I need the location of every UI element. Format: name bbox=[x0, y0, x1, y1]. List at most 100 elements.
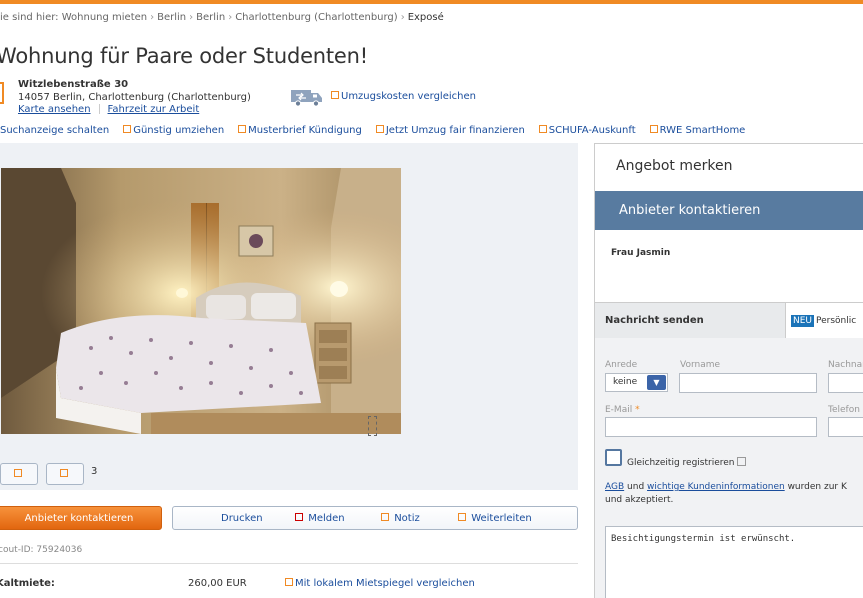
firstname-label: Vorname bbox=[680, 360, 721, 370]
report-button[interactable]: Melden bbox=[295, 513, 345, 524]
rent-label: Kaltmiete: bbox=[0, 578, 55, 589]
new-badge: NEU bbox=[791, 315, 815, 327]
breadcrumb-separator: › bbox=[400, 12, 405, 23]
report-label: Melden bbox=[308, 513, 345, 524]
register-label: Gleichzeitig registrieren bbox=[627, 457, 748, 468]
required-marker: * bbox=[635, 405, 640, 415]
breadcrumb-separator: › bbox=[150, 12, 155, 23]
info-icon[interactable] bbox=[737, 457, 747, 466]
note-button[interactable]: Notiz bbox=[381, 513, 420, 524]
moving-cost-link-label: Umzugskosten vergleichen bbox=[341, 91, 476, 102]
save-offer-button[interactable]: Angebot merken bbox=[616, 158, 732, 174]
breadcrumb-separator: › bbox=[228, 12, 233, 23]
breadcrumb-item[interactable]: Berlin bbox=[196, 12, 225, 23]
forward-icon bbox=[458, 513, 466, 521]
breadcrumb-prefix: ie sind hier: bbox=[0, 12, 59, 23]
service-label: Jetzt Umzug fair finanzieren bbox=[385, 125, 525, 136]
email-input[interactable] bbox=[605, 417, 817, 437]
contact-provider-button[interactable]: Anbieter kontaktieren bbox=[0, 506, 162, 530]
map-link[interactable]: Karte ansehen bbox=[18, 104, 91, 115]
service-link-schufa[interactable]: SCHUFA-Auskunft bbox=[538, 125, 636, 136]
phone-input[interactable] bbox=[828, 417, 863, 437]
moving-truck-icon bbox=[291, 90, 322, 107]
flag-icon bbox=[295, 513, 303, 521]
address-block: Witzlebenstraße 30 14057 Berlin, Charlot… bbox=[18, 78, 251, 104]
note-label: Notiz bbox=[394, 513, 420, 524]
agb-link[interactable]: AGB bbox=[605, 482, 624, 492]
rent-compare-link[interactable]: Mit lokalem Mietspiegel vergleichen bbox=[285, 578, 475, 589]
divider bbox=[0, 563, 578, 564]
external-link-icon bbox=[538, 125, 547, 133]
breadcrumb: ie sind hier: Wohnung mieten › Berlin › Berl… bbox=[0, 12, 444, 23]
service-link-smarthome[interactable]: RWE SmartHome bbox=[649, 125, 746, 136]
tab-personal[interactable]: NEU Persönlic bbox=[785, 302, 863, 338]
register-label-text: Gleichzeitig registrieren bbox=[627, 458, 735, 468]
location-pin-icon bbox=[0, 82, 4, 104]
apartment-photo[interactable] bbox=[1, 168, 401, 434]
message-textarea[interactable]: Besichtigungstermin ist erwünscht. bbox=[605, 526, 863, 598]
service-label: Suchanzeige schalten bbox=[0, 125, 110, 136]
image-icon bbox=[60, 469, 68, 477]
breadcrumb-item[interactable]: Wohnung mieten bbox=[62, 12, 147, 23]
phone-label: Telefon bbox=[828, 405, 860, 415]
salutation-label: Anrede bbox=[605, 360, 638, 370]
service-link-search-ad[interactable]: Suchanzeige schalten bbox=[0, 125, 109, 136]
breadcrumb-current: Exposé bbox=[407, 12, 444, 23]
thumbnail-button-1[interactable] bbox=[0, 463, 38, 485]
moving-cost-link[interactable]: Umzugskosten vergleichen bbox=[331, 91, 476, 102]
forward-label: Weiterleiten bbox=[471, 513, 532, 524]
contact-person: Frau Jasmin bbox=[611, 248, 671, 258]
breadcrumb-item[interactable]: Berlin bbox=[157, 12, 186, 23]
zoom-handle-icon[interactable] bbox=[368, 416, 377, 436]
page-title: Wohnung für Paare oder Studenten! bbox=[0, 44, 368, 68]
tab-label: Nachricht senden bbox=[605, 315, 704, 326]
thumbnail-button-2[interactable] bbox=[46, 463, 84, 485]
terms-line2: und akzeptiert. bbox=[605, 495, 674, 505]
breadcrumb-item[interactable]: Charlottenburg (Charlottenburg) bbox=[235, 12, 398, 23]
top-accent-bar bbox=[0, 0, 863, 4]
contact-header-title: Anbieter kontaktieren bbox=[619, 203, 761, 218]
divider bbox=[98, 104, 100, 114]
rent-compare-label: Mit lokalem Mietspiegel vergleichen bbox=[295, 578, 475, 589]
service-link-termination-letter[interactable]: Musterbrief Kündigung bbox=[238, 125, 362, 136]
firstname-input[interactable] bbox=[679, 373, 817, 393]
external-link-icon bbox=[331, 91, 339, 99]
lastname-label: Nachnam bbox=[828, 360, 863, 370]
tab-send-message[interactable]: Nachricht senden bbox=[595, 302, 785, 338]
terms-rest: wurden zur K bbox=[787, 482, 847, 492]
external-link-icon bbox=[238, 125, 247, 133]
register-checkbox[interactable] bbox=[605, 449, 622, 466]
contact-header: Anbieter kontaktieren bbox=[595, 191, 863, 230]
email-label-text: E-Mail bbox=[605, 405, 633, 415]
service-label: SCHUFA-Auskunft bbox=[548, 125, 636, 136]
external-link-icon bbox=[285, 578, 293, 586]
note-icon bbox=[381, 513, 389, 521]
service-link-moving[interactable]: Günstig umziehen bbox=[123, 125, 224, 136]
address-links: Karte ansehen Fahrzeit zur Arbeit bbox=[18, 104, 199, 115]
address-city: 14057 Berlin, Charlottenburg (Charlotten… bbox=[18, 92, 251, 103]
breadcrumb-separator: › bbox=[189, 12, 194, 23]
salutation-value: keine bbox=[613, 377, 638, 387]
service-label: Günstig umziehen bbox=[133, 125, 225, 136]
lastname-input[interactable] bbox=[828, 373, 863, 393]
scout-id: cout-ID: 75924036 bbox=[0, 545, 83, 555]
salutation-select[interactable]: keine ▼ bbox=[605, 373, 668, 392]
action-bar: Drucken Melden Notiz Weiterleiten bbox=[172, 506, 578, 530]
service-label: RWE SmartHome bbox=[659, 125, 746, 136]
chevron-down-icon: ▼ bbox=[647, 375, 666, 390]
terms-text: AGB und wichtige Kundeninformationen wur… bbox=[605, 481, 847, 507]
image-icon bbox=[14, 469, 22, 477]
commute-link[interactable]: Fahrzeit zur Arbeit bbox=[108, 104, 200, 115]
customer-info-link[interactable]: wichtige Kundeninformationen bbox=[647, 482, 785, 492]
external-link-icon bbox=[123, 125, 132, 133]
forward-button[interactable]: Weiterleiten bbox=[458, 513, 532, 524]
image-count: 3 bbox=[91, 466, 98, 477]
tab-label: Persönlic bbox=[816, 316, 857, 326]
address-street: Witzlebenstraße 30 bbox=[18, 79, 129, 90]
services-bar: Suchanzeige schalten Günstig umziehen Must… bbox=[0, 125, 759, 136]
email-label: E-Mail * bbox=[605, 405, 640, 415]
print-button[interactable]: Drucken bbox=[221, 513, 263, 524]
service-link-financing[interactable]: Jetzt Umzug fair finanzieren bbox=[375, 125, 525, 136]
external-link-icon bbox=[375, 125, 384, 133]
service-label: Musterbrief Kündigung bbox=[248, 125, 362, 136]
